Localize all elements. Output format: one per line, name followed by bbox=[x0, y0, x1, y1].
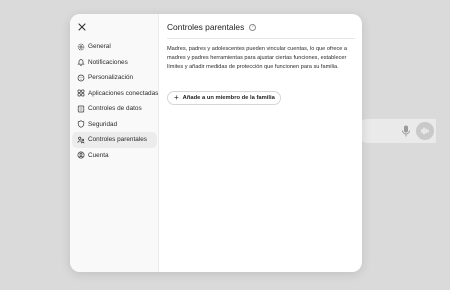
sidebar-item-data-controls[interactable]: Controles de datos bbox=[72, 101, 157, 117]
sidebar-item-label: Controles parentales bbox=[88, 136, 147, 144]
page-title: Controles parentales bbox=[167, 22, 245, 32]
sidebar-item-connected-apps[interactable]: Aplicaciones conectadas bbox=[72, 86, 159, 102]
data-controls-icon bbox=[77, 105, 85, 113]
apps-icon bbox=[77, 89, 85, 97]
family-icon bbox=[77, 136, 85, 144]
sidebar-item-notifications[interactable]: Notificaciones bbox=[72, 55, 157, 71]
settings-content: Controles parentales ? Madres, padres y … bbox=[167, 14, 355, 272]
add-family-member-label: Añade a un miembro de la familia bbox=[182, 95, 275, 101]
voice-mode-button[interactable] bbox=[416, 122, 434, 140]
bell-icon bbox=[77, 58, 85, 67]
sidebar-item-security[interactable]: Seguridad bbox=[72, 117, 157, 133]
page-header: Controles parentales ? bbox=[167, 21, 257, 33]
description-text: Madres, padres y adolescentes pueden vin… bbox=[167, 46, 348, 70]
close-icon[interactable] bbox=[76, 21, 88, 33]
shield-icon bbox=[77, 120, 85, 128]
personalization-icon bbox=[77, 74, 85, 82]
sidebar-item-label: Aplicaciones conectadas bbox=[88, 89, 159, 97]
sidebar-item-label: Personalización bbox=[88, 74, 134, 82]
sidebar-item-personalization[interactable]: Personalización bbox=[72, 70, 157, 86]
sidebar-item-label: Seguridad bbox=[88, 120, 118, 128]
settings-sidebar: General Notificaciones Personalización A… bbox=[70, 14, 159, 272]
gear-icon bbox=[77, 43, 85, 51]
add-family-member-button[interactable]: + Añade a un miembro de la familia bbox=[167, 91, 281, 105]
divider bbox=[167, 38, 355, 39]
sidebar-item-label: Cuenta bbox=[88, 151, 109, 159]
sidebar-item-label: Notificaciones bbox=[88, 58, 128, 66]
sidebar-item-account[interactable]: Cuenta bbox=[72, 148, 157, 164]
microphone-icon[interactable] bbox=[401, 125, 411, 137]
account-icon bbox=[77, 151, 85, 159]
settings-dialog: General Notificaciones Personalización A… bbox=[70, 14, 362, 272]
help-icon[interactable]: ? bbox=[249, 23, 257, 31]
sidebar-item-label: General bbox=[88, 43, 111, 51]
settings-nav: General Notificaciones Personalización A… bbox=[72, 39, 159, 164]
sidebar-item-general[interactable]: General bbox=[72, 39, 157, 55]
sidebar-item-parental-controls[interactable]: Controles parentales bbox=[72, 132, 157, 148]
plus-icon: + bbox=[174, 93, 179, 102]
sidebar-item-label: Controles de datos bbox=[88, 105, 142, 113]
